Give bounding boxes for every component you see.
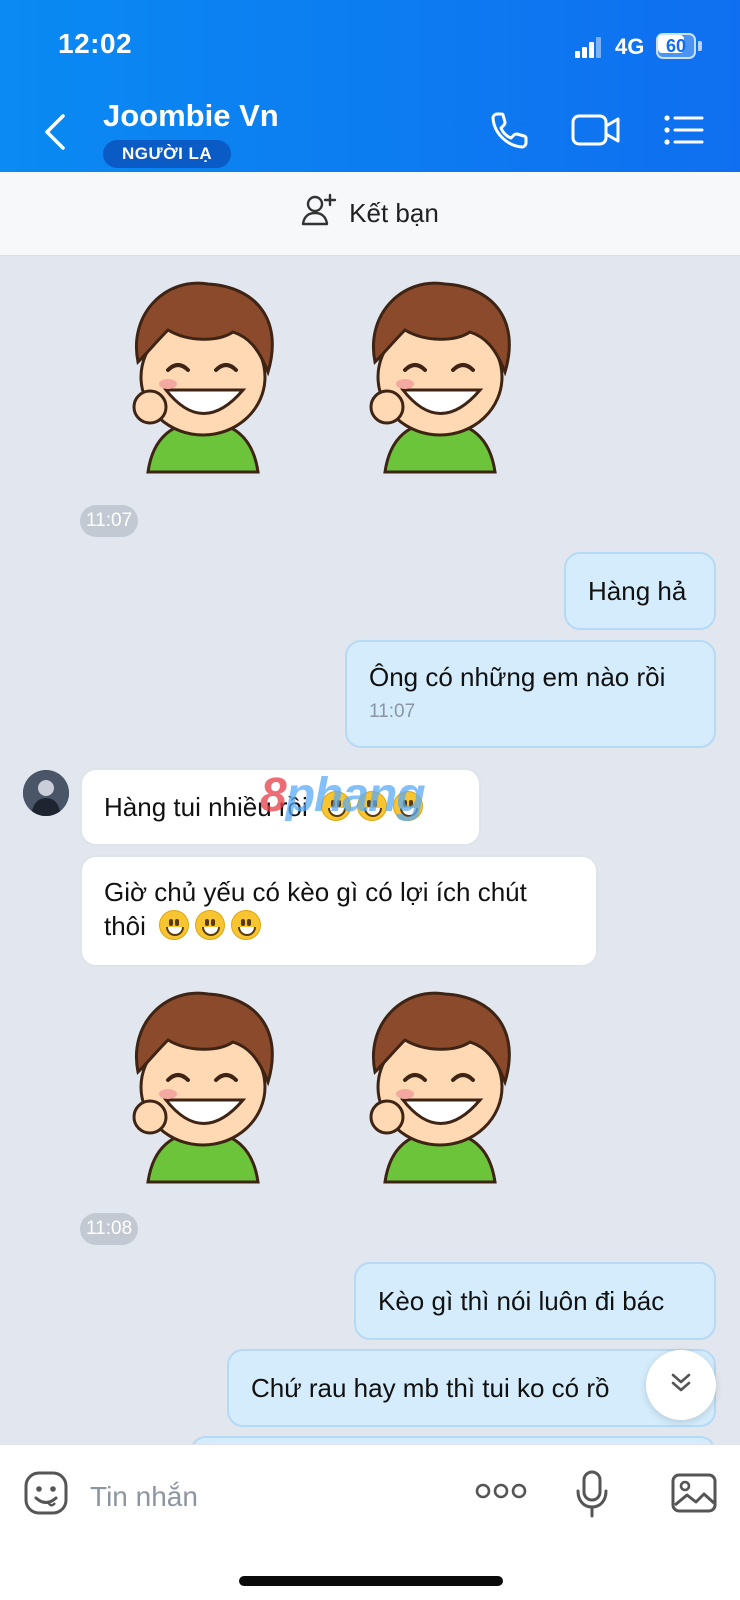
- stranger-badge: NGƯỜI LẠ: [103, 140, 232, 168]
- menu-icon[interactable]: [662, 106, 706, 154]
- add-friend-label: Kết bạn: [349, 198, 439, 228]
- timestamp-chip: 11:07: [80, 505, 139, 537]
- signal-icon: [575, 36, 605, 58]
- timestamp-chip: 11:08: [80, 1213, 139, 1245]
- more-icon[interactable]: [475, 1479, 527, 1508]
- back-icon[interactable]: [36, 110, 76, 154]
- sticker-grinning-boy[interactable]: [345, 982, 535, 1192]
- outgoing-message[interactable]: Hàng hả: [564, 552, 716, 630]
- incoming-message[interactable]: Giờ chủ yếu có kèo gì có lợi ích chút th…: [80, 855, 598, 967]
- phone-icon[interactable]: [486, 106, 534, 154]
- home-indicator: [239, 1576, 503, 1586]
- grinning-emoji-icon: [321, 791, 352, 821]
- sticker-grinning-boy[interactable]: [108, 982, 298, 1192]
- contact-avatar[interactable]: [23, 770, 69, 816]
- message-time: 11:07: [369, 701, 416, 722]
- grinning-emoji-icon: [393, 791, 424, 821]
- microphone-icon[interactable]: [574, 1469, 610, 1524]
- battery-level: 60: [665, 36, 687, 56]
- grinning-emoji-icon: [159, 910, 190, 940]
- message-text: Kèo gì thì nói luôn đi bác: [378, 1286, 665, 1316]
- grinning-emoji-icon: [195, 910, 226, 940]
- grinning-emoji-icon: [357, 791, 388, 821]
- message-input[interactable]: Tin nhắn: [90, 1481, 198, 1513]
- grinning-emoji-icon: [231, 910, 262, 940]
- message-text: Hàng tui nhiều rồi: [104, 792, 308, 822]
- battery-icon: 60: [656, 33, 702, 59]
- contact-name[interactable]: Joombie Vn: [103, 98, 279, 134]
- status-time: 12:02: [58, 28, 133, 59]
- video-call-icon[interactable]: [570, 106, 622, 154]
- message-text: Chứ rau hay mb thì tui ko có rồ: [251, 1373, 610, 1403]
- outgoing-message[interactable]: Chứ rau hay mb thì tui ko có rồ: [227, 1349, 716, 1427]
- chat-header: 12:02 4G 60 Joombie Vn NGƯỜI LẠ: [0, 0, 740, 172]
- add-friend-icon: [301, 193, 337, 234]
- image-icon[interactable]: [670, 1469, 718, 1522]
- message-text: Hàng hả: [588, 576, 687, 606]
- outgoing-message[interactable]: Kèo gì thì nói luôn đi bác: [354, 1262, 716, 1340]
- sticker-grinning-boy[interactable]: [345, 272, 535, 482]
- outgoing-message[interactable]: Ông có những em nào rồi 11:07: [345, 640, 716, 748]
- incoming-message[interactable]: Hàng tui nhiều rồi: [80, 768, 481, 846]
- network-type: 4G: [615, 34, 645, 59]
- scroll-down-button[interactable]: [646, 1350, 716, 1420]
- sticker-grinning-boy[interactable]: [108, 272, 298, 482]
- add-friend-bar[interactable]: Kết bạn: [0, 172, 740, 256]
- sticker-icon[interactable]: [22, 1469, 70, 1522]
- message-text: Ông có những em nào rồi: [369, 662, 666, 692]
- scroll-down-icon: [668, 1370, 694, 1401]
